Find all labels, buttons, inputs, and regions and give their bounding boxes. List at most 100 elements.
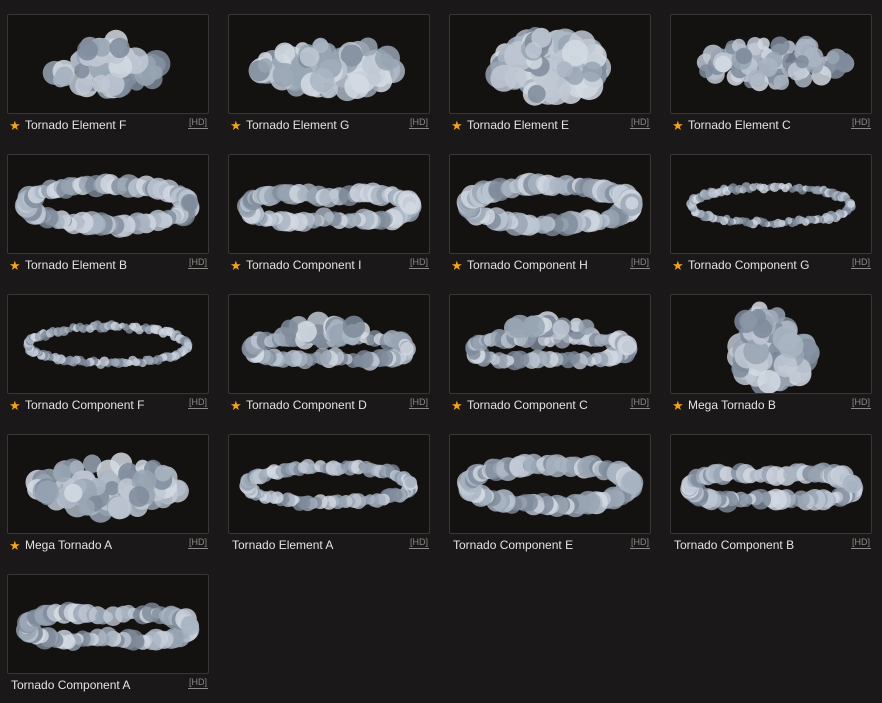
asset-tile[interactable]: ★Tornado Component B[HD] <box>670 434 872 568</box>
hd-badge-link[interactable]: [HD] <box>629 257 650 269</box>
hd-badge-link[interactable]: [HD] <box>187 397 208 409</box>
asset-tile[interactable]: ★ Mega Tornado A [HD] <box>7 434 209 568</box>
favorite-star-icon[interactable]: ★ <box>672 259 686 272</box>
asset-tile[interactable]: ★ Tornado Element C [HD] <box>670 14 872 148</box>
asset-thumbnail[interactable] <box>7 574 209 674</box>
asset-thumbnail[interactable] <box>7 294 209 394</box>
asset-thumbnail[interactable] <box>7 14 209 114</box>
favorite-star-icon[interactable]: ★ <box>672 399 686 412</box>
asset-caption: ★ Tornado Component C <box>451 396 651 414</box>
asset-grid: ★ Tornado Element F [HD] ★ Tornado Element G… <box>0 0 882 703</box>
asset-tile[interactable]: ★ Mega Tornado B [HD] <box>670 294 872 428</box>
asset-thumbnail[interactable] <box>449 434 651 534</box>
favorite-star-icon[interactable]: ★ <box>9 259 23 272</box>
asset-thumbnail[interactable] <box>449 14 651 114</box>
asset-thumbnail[interactable] <box>7 434 209 534</box>
asset-name-label: Tornado Element A <box>232 538 334 552</box>
hd-badge-link[interactable]: [HD] <box>629 537 650 549</box>
cloud-preview-image <box>696 35 855 92</box>
asset-tile[interactable]: ★ Tornado Element F [HD] <box>7 14 209 148</box>
favorite-star-icon[interactable]: ★ <box>9 539 23 552</box>
asset-tile[interactable]: ★ Tornado Component G [HD] <box>670 154 872 288</box>
asset-caption: ★ Tornado Component I <box>230 256 430 274</box>
asset-caption: ★Tornado Component B <box>672 536 872 554</box>
asset-tile[interactable]: ★ Tornado Component F [HD] <box>7 294 209 428</box>
cloud-preview-image <box>237 182 422 232</box>
favorite-star-icon[interactable]: ★ <box>451 259 465 272</box>
hd-badge-link[interactable]: [HD] <box>187 677 208 689</box>
asset-caption: ★ Tornado Element G <box>230 116 430 134</box>
favorite-star-icon[interactable]: ★ <box>230 259 244 272</box>
asset-thumbnail[interactable] <box>670 154 872 254</box>
hd-badge-text: HD <box>412 537 426 547</box>
asset-tile[interactable]: ★ Tornado Element E [HD] <box>449 14 651 148</box>
asset-thumbnail[interactable] <box>228 154 430 254</box>
hd-badge-link[interactable]: [HD] <box>408 537 429 549</box>
hd-badge-text: HD <box>191 257 205 267</box>
hd-badge-link[interactable]: [HD] <box>187 537 208 549</box>
asset-name-label: Tornado Component B <box>674 538 795 552</box>
hd-badge-link[interactable]: [HD] <box>408 257 429 269</box>
favorite-star-icon[interactable]: ★ <box>230 119 244 132</box>
cloud-preview-image <box>680 462 864 513</box>
favorite-star-icon[interactable]: ★ <box>9 119 23 132</box>
asset-caption: ★Tornado Component E <box>451 536 651 554</box>
asset-tile[interactable]: ★ Tornado Component I [HD] <box>228 154 430 288</box>
asset-thumbnail[interactable] <box>670 434 872 534</box>
hd-badge-text: HD <box>412 257 426 267</box>
asset-thumbnail[interactable] <box>228 294 430 394</box>
asset-name-label: Mega Tornado B <box>688 398 776 412</box>
asset-thumbnail[interactable] <box>228 434 430 534</box>
hd-badge-text: HD <box>854 257 868 267</box>
asset-name-label: Tornado Component G <box>688 258 810 272</box>
hd-badge-link[interactable]: [HD] <box>629 397 650 409</box>
cloud-preview-image <box>42 29 171 99</box>
hd-badge-link[interactable]: [HD] <box>187 117 208 129</box>
asset-name-label: Tornado Component D <box>246 398 367 412</box>
favorite-star-icon[interactable]: ★ <box>451 399 465 412</box>
hd-badge-text: HD <box>633 397 647 407</box>
asset-thumbnail[interactable] <box>449 154 651 254</box>
cloud-preview-image <box>14 173 200 238</box>
cloud-preview-image <box>727 301 820 393</box>
hd-badge-link[interactable]: [HD] <box>629 117 650 129</box>
hd-badge-link[interactable]: [HD] <box>408 117 429 129</box>
hd-badge-text: HD <box>633 257 647 267</box>
hd-badge-link[interactable]: [HD] <box>850 257 871 269</box>
asset-name-label: Tornado Component A <box>11 678 131 692</box>
favorite-star-icon[interactable]: ★ <box>451 119 465 132</box>
hd-badge-link[interactable]: [HD] <box>850 117 871 129</box>
asset-tile[interactable]: ★ Tornado Element G [HD] <box>228 14 430 148</box>
asset-thumbnail[interactable] <box>670 294 872 394</box>
asset-thumbnail[interactable] <box>7 154 209 254</box>
cloud-preview-image <box>239 459 418 512</box>
asset-thumbnail[interactable] <box>449 294 651 394</box>
cloud-preview-image <box>485 27 612 106</box>
asset-tile[interactable]: ★ Tornado Component D [HD] <box>228 294 430 428</box>
asset-tile[interactable]: ★Tornado Element A[HD] <box>228 434 430 568</box>
asset-thumbnail[interactable] <box>228 14 430 114</box>
asset-caption: ★ Tornado Element B <box>9 256 209 274</box>
asset-name-label: Tornado Element E <box>467 118 570 132</box>
asset-tile[interactable]: ★Tornado Component A[HD] <box>7 574 209 703</box>
asset-caption: ★ Tornado Component H <box>451 256 651 274</box>
cloud-preview-image <box>456 453 644 518</box>
asset-thumbnail[interactable] <box>670 14 872 114</box>
favorite-star-icon[interactable]: ★ <box>672 119 686 132</box>
favorite-star-icon[interactable]: ★ <box>230 399 244 412</box>
asset-caption: ★ Tornado Component D <box>230 396 430 414</box>
asset-name-label: Tornado Component I <box>246 258 362 272</box>
hd-badge-link[interactable]: [HD] <box>187 257 208 269</box>
hd-badge-link[interactable]: [HD] <box>850 397 871 409</box>
favorite-star-icon[interactable]: ★ <box>9 399 23 412</box>
asset-tile[interactable]: ★ Tornado Component H [HD] <box>449 154 651 288</box>
cloud-preview-image <box>465 311 638 371</box>
asset-tile[interactable]: ★ Tornado Component C [HD] <box>449 294 651 428</box>
hd-badge-link[interactable]: [HD] <box>408 397 429 409</box>
asset-caption: ★ Tornado Element E <box>451 116 651 134</box>
cloud-preview-image <box>686 182 856 229</box>
asset-tile[interactable]: ★Tornado Component E[HD] <box>449 434 651 568</box>
hd-badge-text: HD <box>191 117 205 127</box>
hd-badge-link[interactable]: [HD] <box>850 537 871 549</box>
asset-tile[interactable]: ★ Tornado Element B [HD] <box>7 154 209 288</box>
